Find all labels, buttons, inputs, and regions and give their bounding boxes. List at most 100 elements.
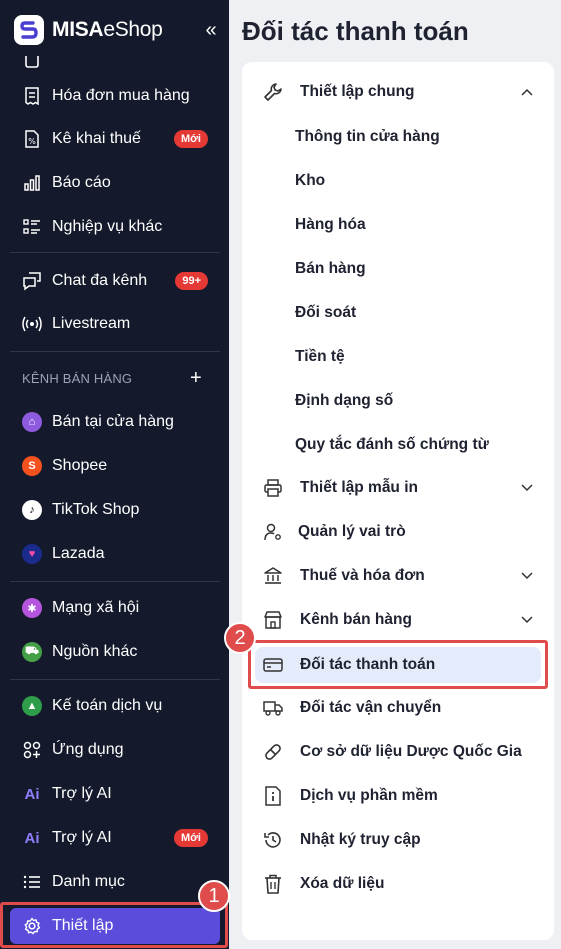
settings-item-label: Cơ sở dữ liệu Dược Quốc Gia — [300, 743, 522, 760]
chevron-down-icon — [520, 569, 534, 583]
sidebar-item-label: Trợ lý AI — [52, 785, 112, 802]
ai-icon: Ai — [24, 829, 40, 847]
settings-item-national-drug-db[interactable]: Cơ sở dữ liệu Dược Quốc Gia — [256, 734, 546, 770]
sidebar-item-other-ops[interactable]: Nghiệp vụ khác — [10, 208, 220, 246]
sidebar-item-label: Shopee — [52, 457, 108, 474]
divider — [10, 252, 220, 253]
settings-item-roles[interactable]: Quản lý vai trò — [256, 514, 546, 550]
sidebar-item-accounting[interactable]: ▲ Kế toán dịch vụ — [10, 687, 220, 725]
divider — [10, 351, 220, 352]
settings-sub-warehouse[interactable]: Kho — [295, 172, 325, 190]
misa-logo-icon — [14, 15, 44, 45]
accounting-icon: ▲ — [22, 696, 42, 716]
sidebar-item-label: Hóa đơn mua hàng — [52, 87, 190, 104]
callout-number-2: 2 — [224, 622, 256, 654]
sidebar-item-chat[interactable]: Chat đa kênh 99+ — [10, 262, 220, 300]
lazada-icon: ♥ — [22, 544, 42, 564]
sidebar-item-lazada[interactable]: ♥ Lazada — [10, 535, 220, 573]
settings-sub-sales[interactable]: Bán hàng — [295, 260, 366, 278]
sidebar-item-catalog[interactable]: Danh mục — [10, 863, 220, 901]
sidebar-item-label: Nghiệp vụ khác — [52, 218, 163, 235]
settings-item-software-services[interactable]: Dịch vụ phần mềm — [256, 778, 546, 814]
settings-item-label: Thiết lập mẫu in — [300, 479, 418, 496]
pill-icon — [262, 741, 284, 763]
settings-item-delete-data[interactable]: Xóa dữ liệu — [256, 866, 546, 902]
sidebar-item-label: Mạng xã hội — [52, 599, 140, 616]
settings-item-label: Thiết lập chung — [300, 83, 415, 100]
livestream-icon — [22, 314, 42, 334]
divider — [10, 679, 220, 680]
receipt-icon — [22, 86, 42, 106]
sidebar-item-shopee[interactable]: S Shopee — [10, 447, 220, 485]
sidebar-item-label: Livestream — [52, 315, 131, 332]
settings-item-label: Thuế và hóa đơn — [300, 567, 425, 584]
sidebar-item-label: Bán tại cửa hàng — [52, 413, 174, 430]
collapse-sidebar-button[interactable]: « — [201, 19, 221, 42]
settings-sub-store-info[interactable]: Thông tin cửa hàng — [295, 128, 440, 146]
sidebar-item-in-store[interactable]: ⌂ Bán tại cửa hàng — [10, 403, 220, 441]
chevron-down-icon — [520, 481, 534, 495]
settings-sub-doc-numbering[interactable]: Quy tắc đánh số chứng từ — [295, 436, 489, 454]
settings-item-access-log[interactable]: Nhật ký truy cập — [256, 822, 546, 858]
sidebar-item-livestream[interactable]: Livestream — [10, 305, 220, 343]
wrench-icon — [262, 81, 284, 103]
settings-sub-reconcile[interactable]: Đối soát — [295, 304, 356, 322]
cart-icon: ⛟ — [22, 642, 42, 662]
tiktok-icon: ♪ — [22, 500, 42, 520]
channels-section-label: KÊNH BÁN HÀNG — [22, 371, 133, 386]
brand-name: MISAeShop — [52, 18, 163, 41]
tax-doc-icon: % — [22, 129, 42, 149]
chat-icon — [22, 271, 42, 291]
sidebar-item-ai-assistant[interactable]: Ai Trợ lý AI — [10, 775, 220, 813]
sidebar-item-label: Lazada — [52, 545, 105, 562]
settings-sub-number-format[interactable]: Định dạng số — [295, 392, 393, 410]
settings-item-sales-channels[interactable]: Kênh bán hàng — [256, 602, 546, 638]
sidebar-item-label: TikTok Shop — [52, 501, 140, 518]
callout-number-1: 1 — [198, 880, 230, 912]
sidebar: MISAeShop « Hóa đơn mua hàng % Kê khai t… — [0, 0, 229, 949]
social-icon: ✱ — [22, 598, 42, 618]
ai-icon: Ai — [24, 785, 40, 803]
settings-item-print-templates[interactable]: Thiết lập mẫu in — [256, 470, 546, 506]
truck-icon — [262, 697, 284, 719]
apps-icon — [22, 740, 42, 760]
settings-item-label: Dịch vụ phần mềm — [300, 787, 438, 804]
sidebar-item-label: Kê khai thuế — [52, 130, 141, 147]
sidebar-item-social[interactable]: ✱ Mạng xã hội — [10, 589, 220, 627]
callout-box-2 — [248, 640, 548, 689]
sidebar-item-label: Ứng dụng — [52, 741, 124, 758]
sidebar-item-other-source[interactable]: ⛟ Nguồn khác — [10, 633, 220, 671]
settings-item-label: Đối tác vận chuyển — [300, 699, 442, 716]
info-doc-icon — [262, 785, 284, 807]
settings-sub-currency[interactable]: Tiền tệ — [295, 348, 345, 366]
chevron-up-icon — [520, 85, 534, 99]
sidebar-item-apps[interactable]: Ứng dụng — [10, 731, 220, 769]
bank-icon — [262, 565, 284, 587]
unread-count-badge: 99+ — [175, 272, 208, 290]
settings-sub-goods[interactable]: Hàng hóa — [295, 216, 366, 234]
sidebar-item-reports[interactable]: Báo cáo — [10, 164, 220, 202]
sidebar-item-tiktok[interactable]: ♪ TikTok Shop — [10, 491, 220, 529]
settings-group-general[interactable]: Thiết lập chung — [256, 74, 546, 110]
sidebar-item-purchase-invoice[interactable]: Hóa đơn mua hàng — [10, 77, 220, 115]
page-title: Đối tác thanh toán — [242, 16, 469, 46]
storefront-icon — [262, 609, 284, 631]
sidebar-item-ai-assistant-new[interactable]: Ai Trợ lý AI Mới — [10, 819, 220, 857]
chevron-down-icon — [520, 613, 534, 627]
sidebar-item-tax[interactable]: % Kê khai thuế Mới — [10, 120, 220, 158]
settings-item-shipping-partners[interactable]: Đối tác vận chuyển — [256, 690, 546, 726]
history-icon — [262, 829, 284, 851]
user-gear-icon — [262, 521, 284, 543]
svg-text:%: % — [28, 137, 36, 146]
store-icon: ⌂ — [22, 412, 42, 432]
sidebar-item-label: Trợ lý AI — [52, 829, 112, 846]
add-channel-button[interactable]: + — [190, 367, 202, 390]
sidebar-item-label: Kế toán dịch vụ — [52, 697, 163, 714]
shopee-icon: S — [22, 456, 42, 476]
sidebar-item-label: Danh mục — [52, 873, 125, 890]
new-badge: Mới — [173, 829, 208, 847]
printer-icon — [262, 477, 284, 499]
bar-chart-icon — [22, 173, 42, 193]
trash-icon — [262, 873, 284, 895]
settings-item-tax-invoice[interactable]: Thuế và hóa đơn — [256, 558, 546, 594]
